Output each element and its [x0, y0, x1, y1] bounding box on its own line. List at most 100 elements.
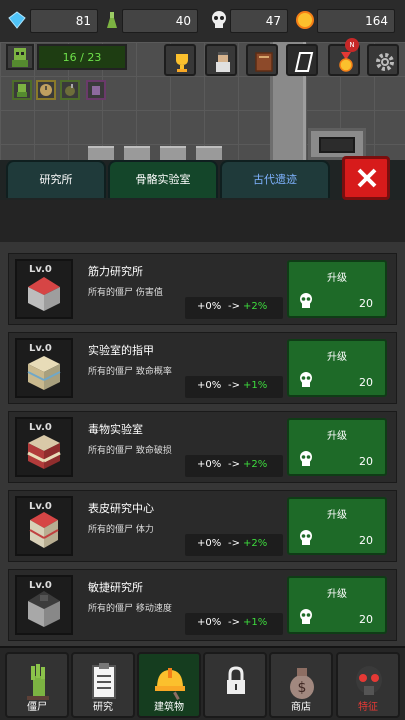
- stat-arrow: ->: [228, 380, 240, 391]
- potion-value: 40: [175, 14, 191, 28]
- diamond-value: 81: [75, 14, 91, 28]
- card-icon: [294, 52, 314, 72]
- buff-slot-bomb[interactable]: [60, 80, 80, 100]
- lock-icon: [227, 666, 245, 694]
- stat-change: +0% -> +1%: [185, 376, 283, 398]
- stat-arrow: ->: [228, 301, 240, 312]
- tab-ancient-ruins[interactable]: 古代遗迹: [220, 160, 330, 198]
- upgrade-label: 升级: [327, 510, 347, 521]
- stat-current: +0%: [197, 617, 222, 628]
- money-bag-icon: $: [290, 668, 314, 699]
- upgrade-cost: 20: [359, 534, 373, 547]
- skull-icon: [300, 530, 312, 545]
- tab-research-institute[interactable]: 研究所: [6, 160, 106, 198]
- clock-buff-icon: [40, 84, 52, 96]
- player-avatar[interactable]: [6, 44, 34, 70]
- skull-icon: [300, 609, 312, 624]
- research-name: 筋力研究所: [88, 265, 143, 278]
- diamond-icon: [8, 11, 26, 29]
- nav-locked[interactable]: [203, 652, 267, 718]
- stat-current: +0%: [197, 380, 222, 391]
- gasmask-icon: [356, 666, 382, 695]
- research-name: 敏捷研究所: [88, 581, 143, 594]
- resource-bar: 81 40 47 164: [0, 0, 405, 42]
- book-button[interactable]: [246, 44, 278, 76]
- upgrade-label: 升级: [327, 431, 347, 442]
- stat-current: +0%: [197, 459, 222, 470]
- nav-label: 商店: [291, 702, 311, 713]
- upgrade-button[interactable]: 升级 20: [287, 260, 387, 318]
- stat-current: +0%: [197, 301, 222, 312]
- building-red-roof-icon: [28, 277, 60, 311]
- header-band: [0, 200, 405, 242]
- cup-buff-icon: [92, 86, 100, 95]
- upgrade-button[interactable]: 升级 20: [287, 339, 387, 397]
- skull-counter: 47: [230, 9, 288, 33]
- hp-text: 16 / 23: [62, 51, 102, 64]
- nav-label: 特征: [358, 702, 378, 713]
- diamond-counter: 81: [30, 9, 98, 33]
- nav-label: 僵尸: [27, 702, 47, 713]
- coin-value: 164: [365, 14, 388, 28]
- buff-slot-clock[interactable]: [36, 80, 56, 100]
- stat-next: +1%: [243, 380, 268, 391]
- nav-buildings[interactable]: 建筑物: [137, 652, 201, 718]
- skull-icon: [300, 293, 312, 308]
- lab-desk: [124, 146, 150, 160]
- nav-traits[interactable]: 特征: [336, 652, 400, 718]
- building-thumbnail: Lv.0: [15, 575, 73, 635]
- skull-icon: [212, 11, 226, 28]
- buff-slot-cup[interactable]: [86, 80, 106, 100]
- building-tower-icon: [29, 512, 59, 548]
- card-button[interactable]: [286, 44, 318, 76]
- upgrade-button[interactable]: 升级 20: [287, 576, 387, 634]
- nav-label: 建筑物: [154, 702, 184, 713]
- stat-arrow: ->: [228, 459, 240, 470]
- research-desc: 所有的僵尸 移动速度: [88, 604, 172, 614]
- upgrade-cost: 20: [359, 613, 373, 626]
- clipboard-icon: [92, 663, 116, 699]
- nav-zombies[interactable]: 僵尸: [5, 652, 69, 718]
- research-card-skin: Lv.0 表皮研究中心 所有的僵尸 体力 +0% -> +2% 升级 20: [8, 490, 397, 562]
- building-striped-icon: [27, 356, 61, 390]
- book-icon: [255, 52, 273, 72]
- stat-arrow: ->: [228, 617, 240, 628]
- scientist-button[interactable]: [205, 44, 237, 76]
- building-thumbnail: Lv.0: [15, 496, 73, 556]
- close-button[interactable]: [342, 156, 390, 200]
- stat-change: +0% -> +1%: [185, 613, 283, 635]
- machine-screen: [319, 137, 355, 153]
- upgrade-button[interactable]: 升级 20: [287, 497, 387, 555]
- stat-next: +1%: [243, 617, 268, 628]
- settings-button[interactable]: [367, 44, 399, 76]
- scientist-icon: [216, 52, 230, 72]
- research-name: 毒物实验室: [88, 423, 143, 436]
- nav-research[interactable]: 研究: [71, 652, 135, 718]
- building-thumbnail: Lv.0: [15, 338, 73, 398]
- research-desc: 所有的僵尸 致命破损: [88, 446, 172, 456]
- research-name: 实验室的指甲: [88, 344, 154, 357]
- svg-text:$: $: [298, 680, 307, 696]
- trophy-button[interactable]: [164, 44, 196, 76]
- research-list: Lv.0 筋力研究所 所有的僵尸 伤害值 +0% -> +2% 升级 20 Lv…: [0, 242, 405, 646]
- upgrade-label: 升级: [327, 273, 347, 284]
- research-card-agility: Lv.0 敏捷研究所 所有的僵尸 移动速度 +0% -> +1% 升级 20: [8, 569, 397, 641]
- zombie-face-icon: [12, 48, 28, 67]
- research-desc: 所有的僵尸 伤害值: [88, 288, 163, 298]
- stat-next: +2%: [243, 459, 268, 470]
- upgrade-label: 升级: [327, 352, 347, 363]
- building-thumbnail: Lv.0: [15, 417, 73, 477]
- building-thumbnail: Lv.0: [15, 259, 73, 319]
- potion-counter: 40: [122, 9, 198, 33]
- zombie-hand-icon: [27, 664, 49, 700]
- skull-value: 47: [265, 14, 281, 28]
- upgrade-button[interactable]: 升级 20: [287, 418, 387, 476]
- stat-change: +0% -> +2%: [185, 534, 283, 556]
- skull-icon: [300, 372, 312, 387]
- coin-icon: [296, 11, 314, 29]
- tab-bone-lab[interactable]: 骨骼实验室: [108, 160, 218, 198]
- buff-slot-zombie[interactable]: [12, 80, 32, 100]
- hp-bar: 16 / 23: [37, 44, 127, 70]
- close-icon: [357, 168, 377, 188]
- nav-shop[interactable]: $ 商店: [269, 652, 333, 718]
